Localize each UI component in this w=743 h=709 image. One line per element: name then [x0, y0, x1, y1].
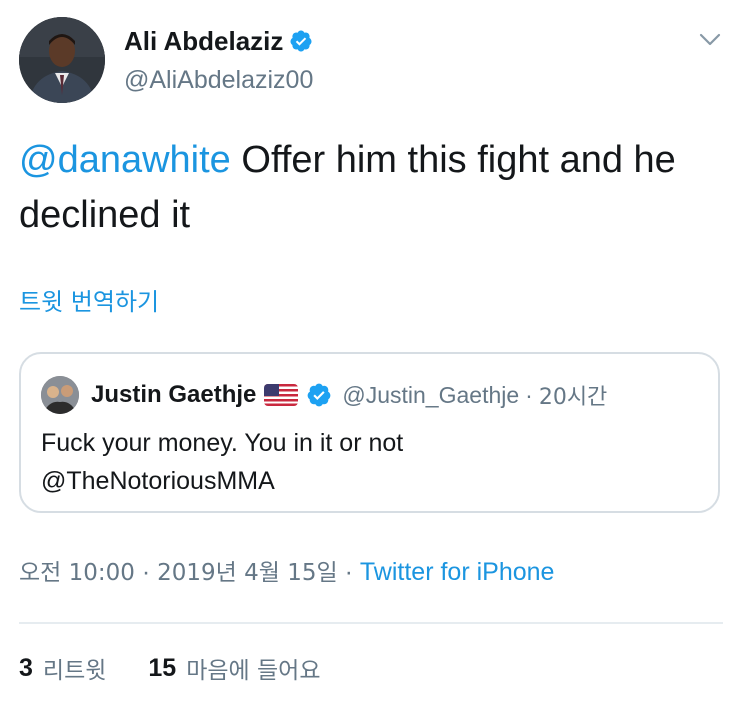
tweet-text: @danawhite Offer him this fight and he d…: [19, 133, 729, 243]
quoted-tweet-card[interactable]: Justin Gaethje @Justin_Gaethje · 20시간 Fu…: [19, 352, 720, 513]
tweet-source-link[interactable]: Twitter for iPhone: [360, 558, 555, 586]
chevron-down-icon[interactable]: [697, 26, 723, 52]
meta-separator: ·: [337, 558, 360, 586]
author-name[interactable]: Ali Abdelaziz: [124, 24, 313, 58]
retweets-count[interactable]: 3: [19, 654, 33, 683]
verified-badge-icon: [307, 383, 331, 407]
divider: [19, 622, 723, 624]
quoted-tweet-text: Fuck your money. You in it or not @TheNo…: [41, 424, 701, 500]
quoted-timestamp[interactable]: 20시간: [539, 379, 607, 411]
tweet-meta: 오전 10:00 · 2019년 4월 15일 · Twitter for iP…: [19, 556, 554, 589]
tweet-date[interactable]: 2019년 4월 15일: [157, 560, 338, 586]
verified-badge-icon: [290, 30, 312, 52]
tweet-time[interactable]: 오전 10:00: [19, 560, 135, 586]
quoted-header: Justin Gaethje @Justin_Gaethje · 20시간: [91, 376, 607, 414]
mention-link[interactable]: @danawhite: [19, 139, 231, 181]
author-avatar[interactable]: [19, 17, 105, 103]
retweets-label[interactable]: 리트윗: [43, 651, 106, 685]
quoted-separator: ·: [525, 381, 533, 408]
author-handle[interactable]: @AliAbdelaziz00: [124, 64, 313, 96]
likes-count[interactable]: 15: [148, 654, 176, 683]
translate-tweet-link[interactable]: 트윗 번역하기: [19, 287, 159, 317]
quoted-text-line: Fuck your money. You in it or not: [41, 429, 404, 457]
author-name-text[interactable]: Ali Abdelaziz: [124, 24, 283, 58]
quoted-avatar[interactable]: [41, 376, 79, 414]
tweet-stats: 3 리트윗 15 마음에 들어요: [19, 651, 320, 685]
meta-separator: ·: [134, 558, 158, 586]
likes-label[interactable]: 마음에 들어요: [186, 651, 320, 685]
quoted-author-handle[interactable]: @Justin_Gaethje: [342, 382, 519, 409]
us-flag-icon: [264, 384, 299, 406]
quoted-mention[interactable]: @TheNotoriousMMA: [41, 462, 701, 500]
quoted-author-name[interactable]: Justin Gaethje: [91, 381, 256, 409]
